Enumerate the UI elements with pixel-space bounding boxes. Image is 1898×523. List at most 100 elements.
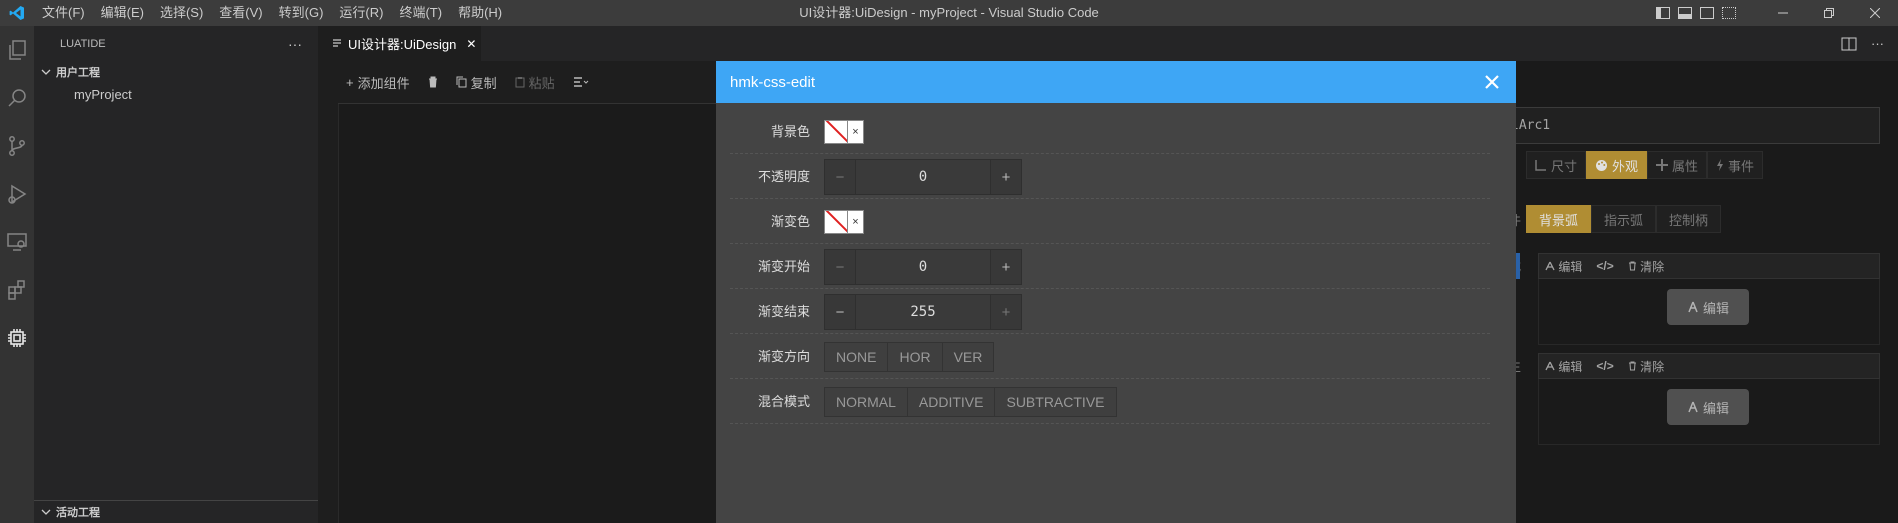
opacity-input[interactable]: 0: [855, 160, 991, 194]
color-swatch[interactable]: [824, 210, 848, 234]
more-actions-icon[interactable]: ···: [288, 36, 302, 52]
section-active-project[interactable]: 活动工程: [34, 501, 318, 523]
copy-label: 复制: [470, 75, 497, 91]
field-label: 背景色: [770, 124, 810, 139]
menu-terminal[interactable]: 终端(T): [391, 0, 450, 26]
delete-button[interactable]: [428, 76, 438, 88]
menu-view[interactable]: 查看(V): [211, 0, 270, 26]
gradient-direction-group: NONE HOR VER: [824, 342, 995, 372]
option-none[interactable]: NONE: [825, 343, 889, 371]
explorer-icon[interactable]: [0, 26, 34, 74]
option-normal[interactable]: NORMAL: [825, 388, 908, 416]
editor-more-icon[interactable]: ···: [1871, 36, 1884, 51]
paste-button[interactable]: 粘贴: [515, 73, 555, 92]
menu-file[interactable]: 文件(F): [34, 0, 93, 26]
run-debug-icon[interactable]: [0, 170, 34, 218]
align-menu-button[interactable]: [573, 76, 589, 88]
row-opacity: 不透明度 − 0 +: [730, 154, 1490, 199]
gradient-end-input[interactable]: 255: [855, 295, 991, 329]
split-editor-icon[interactable]: [1841, 37, 1857, 51]
gradient-start-input[interactable]: 0: [855, 250, 991, 284]
increment-button[interactable]: +: [991, 160, 1021, 194]
dialog-close-icon[interactable]: [1482, 72, 1502, 92]
project-item[interactable]: myProject: [34, 83, 318, 105]
menu-run[interactable]: 运行(R): [331, 0, 391, 26]
extensions-icon[interactable]: [0, 266, 34, 314]
toggle-sidebar-icon[interactable]: [1656, 7, 1670, 19]
gradient-color-picker[interactable]: ×: [824, 210, 864, 234]
option-subtractive[interactable]: SUBTRACTIVE: [995, 388, 1116, 416]
chevron-down-icon: [41, 69, 51, 75]
field-label: 渐变方向: [757, 349, 810, 364]
section-label: 用户工程: [56, 67, 100, 79]
tab-uidesign[interactable]: UI设计器:UiDesign ✕: [318, 26, 481, 61]
add-component-label: 添加组件: [357, 75, 410, 91]
sidebar-title: LUATIDE: [60, 37, 106, 50]
clear-color-icon[interactable]: ×: [848, 210, 864, 234]
activity-bar: [0, 26, 34, 523]
menu-go[interactable]: 转到(G): [271, 0, 332, 26]
tab-label: UI设计器:UiDesign: [348, 37, 457, 52]
row-gradient-direction: 渐变方向 NONE HOR VER: [730, 334, 1490, 379]
minimize-button[interactable]: [1760, 0, 1806, 26]
field-label: 渐变色: [770, 214, 810, 229]
remote-explorer-icon[interactable]: [0, 218, 34, 266]
dialog-title: hmk-css-edit: [730, 73, 816, 91]
bg-color-picker[interactable]: ×: [824, 120, 864, 144]
menu-selection[interactable]: 选择(S): [152, 0, 211, 26]
tab-close-icon[interactable]: ✕: [466, 37, 476, 51]
increment-button[interactable]: +: [991, 250, 1021, 284]
add-component-button[interactable]: + 添加组件: [346, 73, 410, 92]
field-label: 不透明度: [757, 169, 810, 184]
menu-edit[interactable]: 编辑(E): [93, 0, 152, 26]
luatide-chip-icon[interactable]: [0, 314, 34, 362]
blend-mode-group: NORMAL ADDITIVE SUBTRACTIVE: [824, 387, 1117, 417]
sidebar: LUATIDE ··· 用户工程 myProject 活动工程: [34, 26, 318, 523]
increment-button[interactable]: +: [991, 295, 1021, 329]
color-swatch[interactable]: [824, 120, 848, 144]
row-bg-color: 背景色 ×: [730, 109, 1490, 154]
title-bar: 文件(F) 编辑(E) 选择(S) 查看(V) 转到(G) 运行(R) 终端(T…: [0, 0, 1898, 26]
row-gradient-end: 渐变结束 − 255 +: [730, 289, 1490, 334]
field-label: 渐变结束: [757, 304, 810, 319]
field-label: 渐变开始: [757, 259, 810, 274]
plus-icon: +: [346, 74, 354, 90]
vscode-logo-icon: [0, 0, 34, 26]
decrement-button[interactable]: −: [825, 295, 855, 329]
clear-color-icon[interactable]: ×: [848, 120, 864, 144]
toggle-panel-icon[interactable]: [1678, 7, 1692, 19]
decrement-button[interactable]: −: [825, 160, 855, 194]
source-control-icon[interactable]: [0, 122, 34, 170]
opacity-stepper: − 0 +: [824, 159, 1022, 195]
customize-layout-icon[interactable]: [1722, 7, 1736, 19]
search-icon[interactable]: [0, 74, 34, 122]
row-gradient-color: 渐变色 ×: [730, 199, 1490, 244]
dialog-header: hmk-css-edit: [716, 61, 1516, 103]
paste-label: 粘贴: [528, 75, 555, 91]
restore-button[interactable]: [1806, 0, 1852, 26]
close-window-button[interactable]: [1852, 0, 1898, 26]
menu-help[interactable]: 帮助(H): [450, 0, 510, 26]
copy-button[interactable]: 复制: [456, 73, 497, 92]
option-ver[interactable]: VER: [942, 343, 994, 371]
editor-tabs: UI设计器:UiDesign ✕ ···: [318, 26, 1898, 61]
toggle-secondary-sidebar-icon[interactable]: [1700, 7, 1714, 19]
align-dropdown-icon: [573, 77, 588, 87]
section-user-projects[interactable]: 用户工程: [34, 61, 318, 83]
decrement-button[interactable]: −: [825, 250, 855, 284]
section-label: 活动工程: [56, 507, 100, 519]
clipboard-icon: [515, 77, 525, 88]
chevron-down-icon: [41, 509, 51, 515]
gradient-start-stepper: − 0 +: [824, 249, 1022, 285]
modal-backdrop: [1516, 61, 1898, 523]
design-canvas[interactable]: [338, 61, 738, 523]
designer-toolbar: + 添加组件 复制 粘贴: [338, 61, 738, 104]
option-additive[interactable]: ADDITIVE: [907, 388, 996, 416]
row-blend-mode: 混合模式 NORMAL ADDITIVE SUBTRACTIVE: [730, 379, 1490, 424]
gradient-end-stepper: − 255 +: [824, 294, 1022, 330]
field-label: 混合模式: [757, 394, 810, 409]
option-hor[interactable]: HOR: [888, 343, 943, 371]
copy-icon: [456, 76, 467, 88]
css-edit-dialog: hmk-css-edit 背景色 × 不透明度 − 0 + 渐变色 × 渐变开始…: [716, 61, 1516, 523]
trash-icon: [428, 76, 437, 88]
